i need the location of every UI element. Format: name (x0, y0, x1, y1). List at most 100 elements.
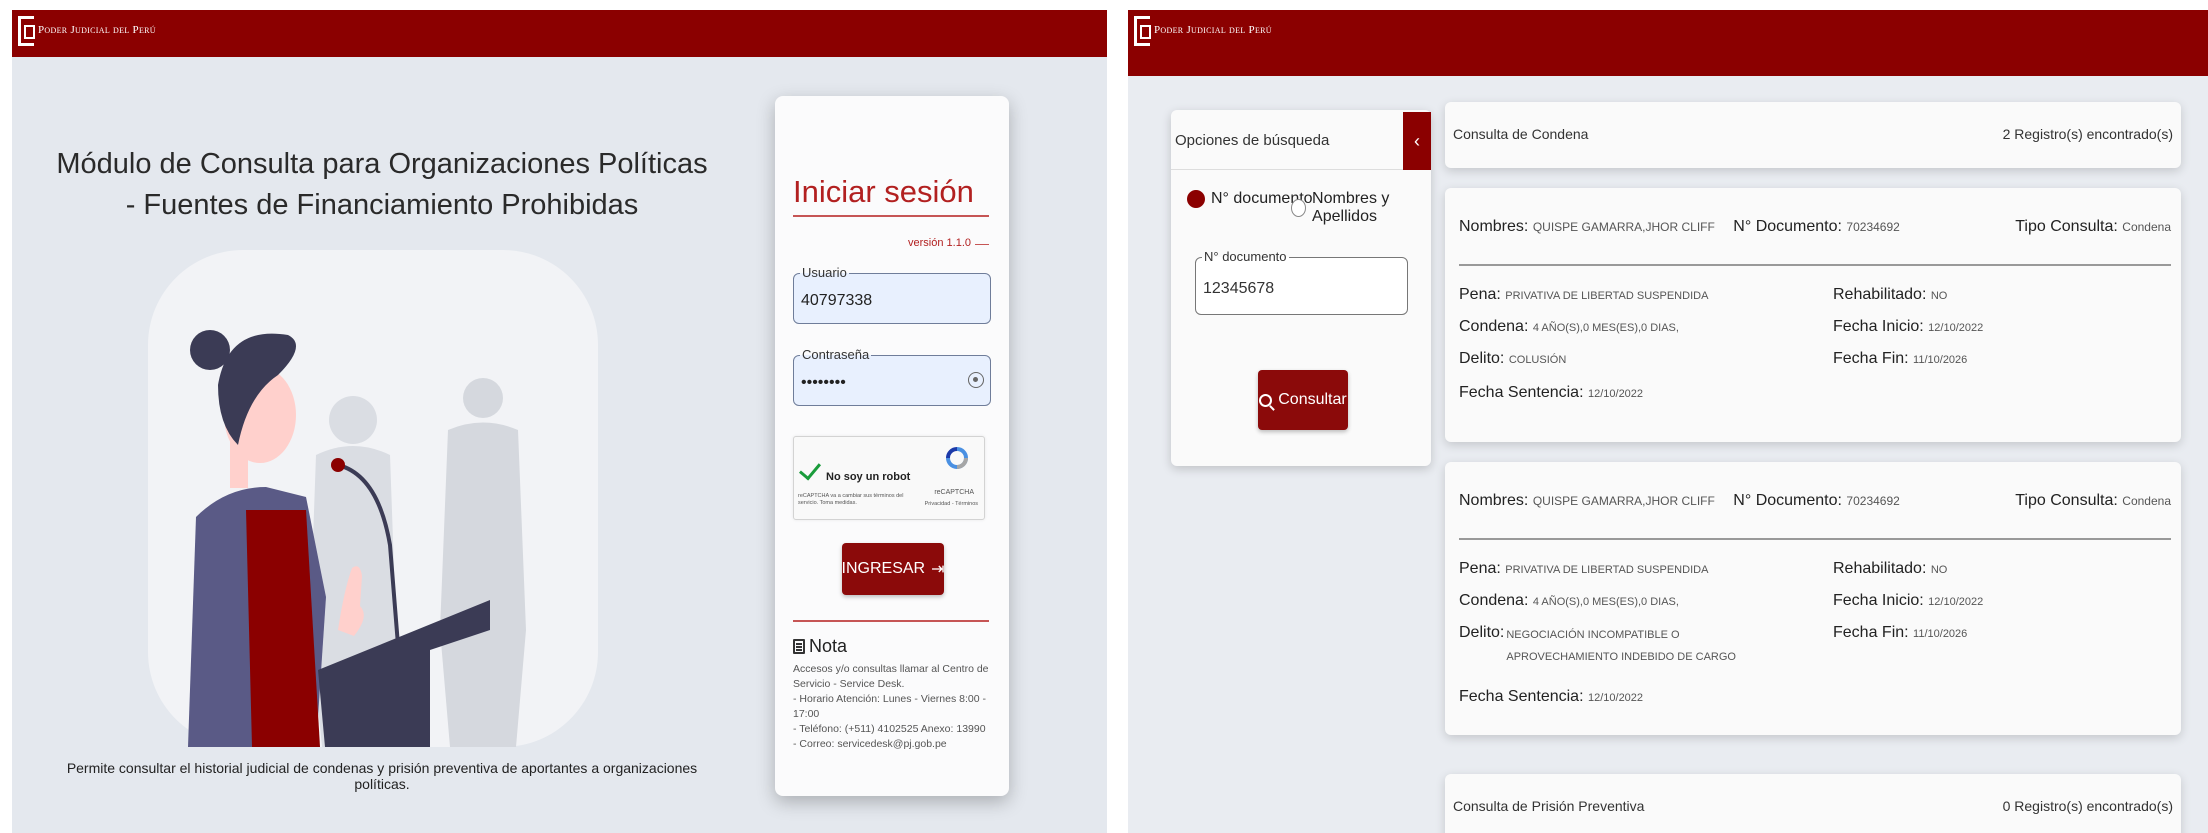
captcha-label: No soy un robot (826, 471, 911, 483)
delito-value: NEGOCIACIÓN INCOMPATIBLE O APROVECHAMIEN… (1506, 629, 1736, 663)
condena-value: 4 AÑO(S),0 MES(ES),0 DIAS, (1532, 322, 1679, 334)
tipo-consulta: Tipo Consulta: Condena (2015, 218, 2171, 236)
fecha-fin-value: 11/10/2026 (1913, 354, 1968, 366)
record-divider (1459, 538, 2171, 540)
consult-button[interactable]: Consultar (1258, 370, 1348, 430)
recaptcha-logo-icon (946, 447, 968, 469)
pena-value: PRIVATIVA DE LIBERTAD SUSPENDIDA (1505, 290, 1709, 302)
search-icon (1259, 393, 1273, 407)
username-field[interactable]: Usuario 40797338 (793, 265, 991, 324)
delito-row: Delito: COLUSIÓN (1459, 350, 1566, 368)
condena-value: 4 AÑO(S),0 MES(ES),0 DIAS, (1532, 596, 1679, 608)
brand-text: Poder Judicial del Perú (1154, 24, 1272, 36)
show-password-icon[interactable] (968, 372, 984, 388)
record-divider (1459, 264, 2171, 266)
login-button[interactable]: INGRESAR ⇥ (841, 543, 945, 595)
chevron-left-icon[interactable]: ‹ (1403, 112, 1431, 170)
note-line: - Horario Atención: Lunes - Viernes 8:00… (793, 693, 986, 720)
fecha-fin-row: Fecha Fin: 11/10/2026 (1833, 350, 1967, 368)
document-number-value: 12345678 (1203, 280, 1275, 297)
tipo-consulta: Tipo Consulta: Condena (2015, 492, 2171, 510)
note-line: - Teléfono: (+511) 4102525 Anexo: 13990 (793, 723, 986, 735)
module-title: Módulo de Consulta para Organizaciones P… (56, 148, 708, 221)
version-divider (975, 244, 989, 245)
documento-value: 70234692 (1846, 494, 1900, 508)
note-divider (793, 620, 989, 622)
nombres-label: Nombres: (1459, 218, 1529, 235)
captcha-brand: reCAPTCHA (934, 489, 974, 496)
fecha-sentencia-value: 12/10/2022 (1587, 692, 1644, 704)
nombres-value: QUISPE GAMARRA,JHOR CLIFF (1532, 220, 1715, 234)
top-bar: Poder Judicial del Perú (12, 10, 1107, 57)
login-card: Iniciar sesión versión 1.1.0 Usuario 407… (775, 96, 1009, 796)
fecha-inicio-value: 12/10/2022 (1928, 322, 1984, 334)
fecha-inicio-row: Fecha Inicio: 12/10/2022 (1833, 592, 1983, 610)
brand-logo-icon (18, 16, 35, 46)
condena-record-card: Nombres: QUISPE GAMARRA,JHOR CLIFF N° Do… (1445, 462, 2181, 735)
rehabilitado-label: Rehabilitado: (1833, 286, 1927, 303)
username-value: 40797338 (801, 292, 873, 309)
username-label: Usuario (800, 265, 849, 280)
brand-logo-icon (1134, 16, 1151, 46)
password-value: •••••••• (801, 374, 846, 391)
pena-label: Pena: (1459, 560, 1501, 577)
condena-label: Condena: (1459, 318, 1529, 335)
prision-header: Consulta de Prisión Preventiva (1453, 798, 1645, 814)
note-line: Accesos y/o consultas llamar al Centro d… (793, 663, 989, 690)
fecha-sentencia-value: 12/10/2022 (1587, 388, 1644, 400)
condena-count: 2 Registro(s) encontrado(s) (2002, 126, 2173, 142)
note-title-label: Nota (809, 636, 848, 656)
checkmark-icon[interactable] (798, 457, 822, 481)
prision-count: 0 Registro(s) encontrado(s) (2002, 798, 2173, 814)
note-line: - Correo: servicedesk@pj.gob.pe (793, 738, 947, 750)
radio-selected-icon[interactable] (1187, 190, 1205, 208)
record-header: Nombres: QUISPE GAMARRA,JHOR CLIFF N° Do… (1459, 218, 2171, 236)
captcha-note: reCAPTCHA va a cambiar sus términos del … (798, 493, 904, 506)
fecha-fin-label: Fecha Fin: (1833, 624, 1909, 641)
title-divider (793, 215, 989, 217)
note-title: Nota (793, 636, 847, 657)
fecha-fin-row: Fecha Fin: 11/10/2026 (1833, 624, 1967, 642)
pena-row: Pena: PRIVATIVA DE LIBERTAD SUSPENDIDA (1459, 560, 1708, 578)
rehabilitado-row: Rehabilitado: NO (1833, 286, 1947, 304)
condena-summary-card: Consulta de Condena 2 Registro(s) encont… (1445, 102, 2181, 168)
radio-unselected-icon[interactable] (1291, 199, 1307, 217)
login-title: Iniciar sesión (793, 174, 974, 209)
delito-label: Delito: (1459, 624, 1505, 641)
note-text: Accesos y/o consultas llamar al Centro d… (793, 662, 998, 752)
tipo-label: Tipo Consulta: (2015, 218, 2118, 235)
version-label: versión 1.1.0 (908, 237, 971, 249)
fecha-sentencia-label: Fecha Sentencia: (1459, 384, 1584, 401)
module-description: Permite consultar el historial judicial … (66, 760, 698, 792)
login-arrow-icon: ⇥ (931, 561, 945, 578)
fecha-sentencia-row: Fecha Sentencia: 12/10/2022 (1459, 688, 1643, 706)
fecha-sentencia-row: Fecha Sentencia: 12/10/2022 (1459, 384, 1643, 402)
pena-value: PRIVATIVA DE LIBERTAD SUSPENDIDA (1505, 564, 1709, 576)
radio-names-label: Nombres y Apellidos (1312, 190, 1390, 225)
password-field[interactable]: Contraseña •••••••• (793, 347, 991, 406)
brand[interactable]: Poder Judicial del Perú (18, 16, 156, 46)
captcha-privacy-link[interactable]: Privacidad - Términos (925, 501, 978, 507)
fecha-inicio-label: Fecha Inicio: (1833, 592, 1924, 609)
search-options-title: Opciones de búsqueda (1175, 132, 1330, 149)
documento-label: N° Documento: (1733, 218, 1842, 235)
search-options-header: Opciones de búsqueda ‹ (1171, 110, 1431, 170)
nombres-label: Nombres: (1459, 492, 1529, 509)
pena-row: Pena: PRIVATIVA DE LIBERTAD SUSPENDIDA (1459, 286, 1708, 304)
recaptcha-widget[interactable]: No soy un robot reCAPTCHA va a cambiar s… (793, 436, 985, 520)
brand[interactable]: Poder Judicial del Perú (1134, 16, 1272, 46)
condena-record-card: Nombres: QUISPE GAMARRA,JHOR CLIFF N° Do… (1445, 188, 2181, 442)
top-bar: Poder Judicial del Perú (1128, 10, 2208, 76)
condena-row: Condena: 4 AÑO(S),0 MES(ES),0 DIAS, (1459, 592, 1679, 610)
condena-row: Condena: 4 AÑO(S),0 MES(ES),0 DIAS, (1459, 318, 1679, 336)
login-button-label: INGRESAR (841, 560, 926, 577)
rehabilitado-value: NO (1930, 564, 1948, 576)
search-options-card: Opciones de búsqueda ‹ N° documento Nomb… (1171, 110, 1431, 466)
document-number-field[interactable]: N° documento 12345678 (1195, 249, 1408, 315)
documento-label: N° Documento: (1733, 492, 1842, 509)
condena-label: Condena: (1459, 592, 1529, 609)
delito-value: COLUSIÓN (1508, 354, 1567, 366)
brand-text: Poder Judicial del Perú (38, 24, 156, 36)
radio-names[interactable]: Nombres y Apellidos (1291, 190, 1431, 226)
tipo-label: Tipo Consulta: (2015, 492, 2118, 509)
